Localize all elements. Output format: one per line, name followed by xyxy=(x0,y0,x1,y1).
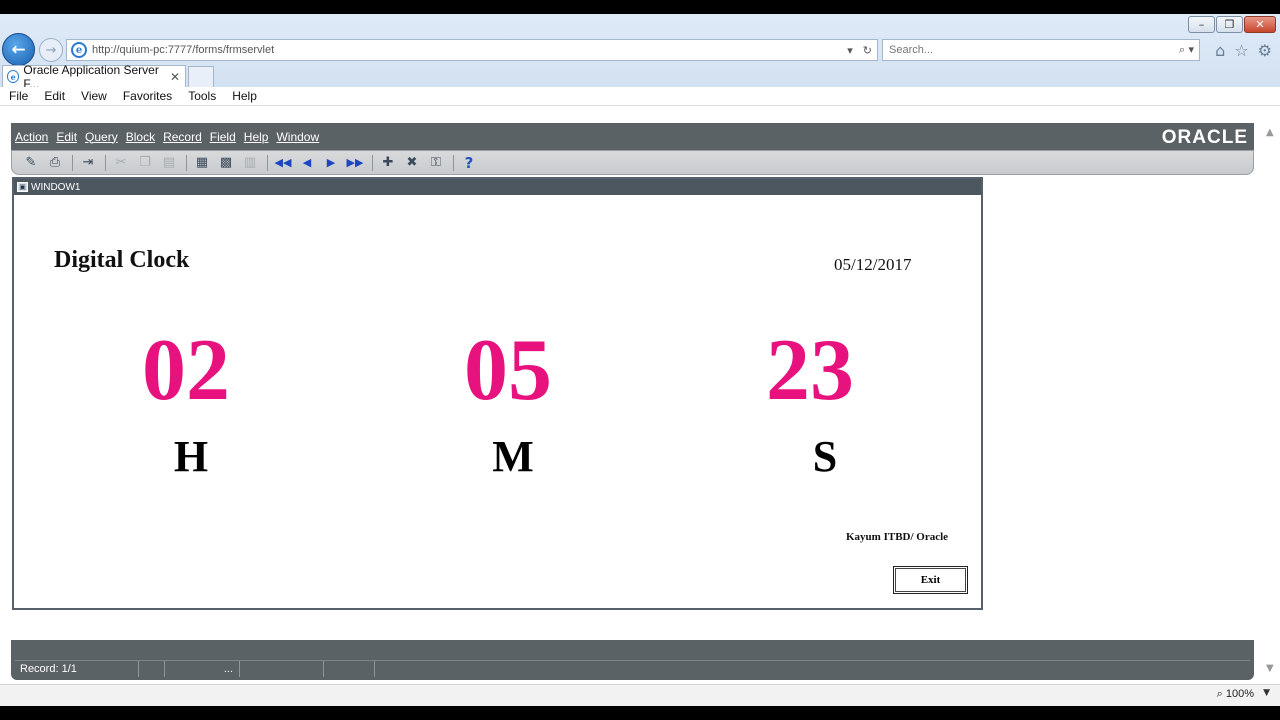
copy-icon[interactable]: ❐ xyxy=(134,153,156,173)
browser-chrome: – ❐ ✕ ← → e ▾ ↻ ⌕ ▾ ⌂ ☆ ⚙ e Oracle Appli… xyxy=(0,14,1280,106)
status-cell xyxy=(324,661,375,677)
record-indicator: Record: 1/1 xyxy=(15,661,139,677)
ie-page-icon: e xyxy=(71,42,87,58)
toolbar-separator xyxy=(453,154,454,171)
help-icon[interactable]: ? xyxy=(458,153,480,173)
oracle-logo: ORACLE xyxy=(1161,127,1248,148)
next-record-icon[interactable]: ▶ xyxy=(320,153,342,173)
address-dropdown-icon[interactable]: ▾ xyxy=(842,44,858,57)
zoom-value: 100% xyxy=(1225,688,1254,700)
window-title: WINDOW1 xyxy=(31,181,81,193)
search-input[interactable] xyxy=(883,44,1174,56)
search-box[interactable]: ⌕ ▾ xyxy=(882,39,1200,61)
screen: – ❐ ✕ ← → e ▾ ↻ ⌕ ▾ ⌂ ☆ ⚙ e Oracle Appli… xyxy=(0,14,1280,706)
forms-window: ▣ WINDOW1 Digital Clock 05/12/2017 02 05… xyxy=(12,177,983,610)
window-icon: ▣ xyxy=(17,182,28,192)
exit-button[interactable]: Exit xyxy=(893,566,968,594)
browser-menubar: File Edit View Favorites Tools Help xyxy=(0,87,1280,106)
toolbar-separator xyxy=(72,154,73,171)
forms-toolbar: ✎ ⎙ ⇥ ✂ ❐ ▤ ▦ ▩ ▥ ◀◀ ◀ ▶ ▶▶ ✚ ✖ ⚿ ? xyxy=(11,150,1254,175)
hours-label: H xyxy=(173,432,209,481)
previous-block-icon[interactable]: ◀◀ xyxy=(272,153,294,173)
oracle-forms-applet: Action Edit Query Block Record Field Hel… xyxy=(11,123,1254,680)
window-titlebar[interactable]: ▣ WINDOW1 xyxy=(14,179,981,195)
zoom-dropdown-icon[interactable]: ▼ xyxy=(1263,688,1270,698)
minutes-value: 05 xyxy=(464,322,552,419)
scroll-up-icon[interactable]: ▲ xyxy=(1266,127,1274,138)
execute-query-icon[interactable]: ▩ xyxy=(215,153,237,173)
previous-record-icon[interactable]: ◀ xyxy=(296,153,318,173)
window-controls: – ❐ ✕ xyxy=(1188,16,1276,33)
menu-tools[interactable]: Tools xyxy=(188,89,216,103)
gear-icon[interactable]: ⚙ xyxy=(1258,41,1272,60)
minutes-label: M xyxy=(492,432,534,481)
lock-record-icon[interactable]: ⚿ xyxy=(425,153,447,173)
browser-status-bar: ⌕ 100% ▼ xyxy=(0,684,1280,706)
toolbar-separator xyxy=(267,154,268,171)
menu-edit[interactable]: Edit xyxy=(44,89,65,103)
menu-file[interactable]: File xyxy=(9,89,28,103)
forms-menu-edit[interactable]: Edit xyxy=(56,130,77,144)
scroll-down-icon[interactable]: ▼ xyxy=(1266,663,1274,674)
next-block-icon[interactable]: ▶▶ xyxy=(344,153,366,173)
search-icon[interactable]: ⌕ ▾ xyxy=(1174,43,1199,57)
forms-menu-help[interactable]: Help xyxy=(244,130,269,144)
credit-text: Kayum ITBD/ Oracle xyxy=(846,531,949,543)
hours-value: 02 xyxy=(142,322,230,419)
close-window-button[interactable]: ✕ xyxy=(1244,16,1276,33)
back-arrow-icon: ← xyxy=(11,39,26,60)
toolbar-separator xyxy=(105,154,106,171)
clock-date: 05/12/2017 xyxy=(834,255,912,274)
exit-form-icon[interactable]: ⇥ xyxy=(77,153,99,173)
delete-record-icon[interactable]: ✖ xyxy=(401,153,423,173)
status-ellipsis: ... xyxy=(223,663,233,675)
cut-icon[interactable]: ✂ xyxy=(110,153,132,173)
status-cell-ellipsis: ... xyxy=(165,661,240,677)
forms-menu-field[interactable]: Field xyxy=(210,130,236,144)
toolbar-separator xyxy=(186,154,187,171)
clock-title: Digital Clock xyxy=(54,247,190,273)
forms-menu-block[interactable]: Block xyxy=(126,130,155,144)
address-bar[interactable]: e ▾ ↻ xyxy=(66,39,878,61)
forms-menu-window[interactable]: Window xyxy=(276,130,319,144)
address-input[interactable] xyxy=(92,44,843,56)
save-icon[interactable]: ✎ xyxy=(20,153,42,173)
forms-status-area: Record: 1/1 ... xyxy=(11,640,1254,680)
vertical-scrollbar[interactable]: ▲ ▼ xyxy=(1264,123,1280,680)
favorites-star-icon[interactable]: ☆ xyxy=(1234,41,1248,60)
new-tab-button[interactable] xyxy=(188,66,214,87)
forms-menu-action[interactable]: Action xyxy=(15,130,48,144)
menu-view[interactable]: View xyxy=(81,89,107,103)
forms-menu-query[interactable]: Query xyxy=(85,130,118,144)
browser-tab[interactable]: e Oracle Application Server F... ✕ xyxy=(2,63,186,91)
back-button[interactable]: ← xyxy=(2,33,35,66)
insert-record-icon[interactable]: ✚ xyxy=(377,153,399,173)
zoom-icon: ⌕ xyxy=(1216,688,1223,700)
seconds-label: S xyxy=(812,432,838,481)
menu-help[interactable]: Help xyxy=(232,89,257,103)
forms-menubar: Action Edit Query Block Record Field Hel… xyxy=(11,123,1254,150)
home-icon[interactable]: ⌂ xyxy=(1215,41,1225,60)
print-icon[interactable]: ⎙ xyxy=(44,153,66,173)
minimize-button[interactable]: – xyxy=(1188,16,1215,33)
restore-button[interactable]: ❐ xyxy=(1216,16,1243,33)
forward-button[interactable]: → xyxy=(39,38,63,62)
paste-icon[interactable]: ▤ xyxy=(158,153,180,173)
forms-menu-record[interactable]: Record xyxy=(163,130,202,144)
status-cell xyxy=(240,661,324,677)
cancel-query-icon[interactable]: ▥ xyxy=(239,153,261,173)
enter-query-icon[interactable]: ▦ xyxy=(191,153,213,173)
status-line: Record: 1/1 ... xyxy=(15,660,1250,677)
forward-arrow-icon: → xyxy=(45,42,57,58)
zoom-level[interactable]: ⌕ 100% xyxy=(1217,688,1254,701)
tab-close-icon[interactable]: ✕ xyxy=(170,70,180,84)
toolbar-separator xyxy=(372,154,373,171)
browser-toolbar-icons: ⌂ ☆ ⚙ xyxy=(1215,41,1272,60)
refresh-icon[interactable]: ↻ xyxy=(858,44,877,57)
tab-ie-icon: e xyxy=(7,70,20,83)
status-cell xyxy=(139,661,165,677)
menu-favorites[interactable]: Favorites xyxy=(123,89,172,103)
seconds-value: 23 xyxy=(766,322,854,419)
